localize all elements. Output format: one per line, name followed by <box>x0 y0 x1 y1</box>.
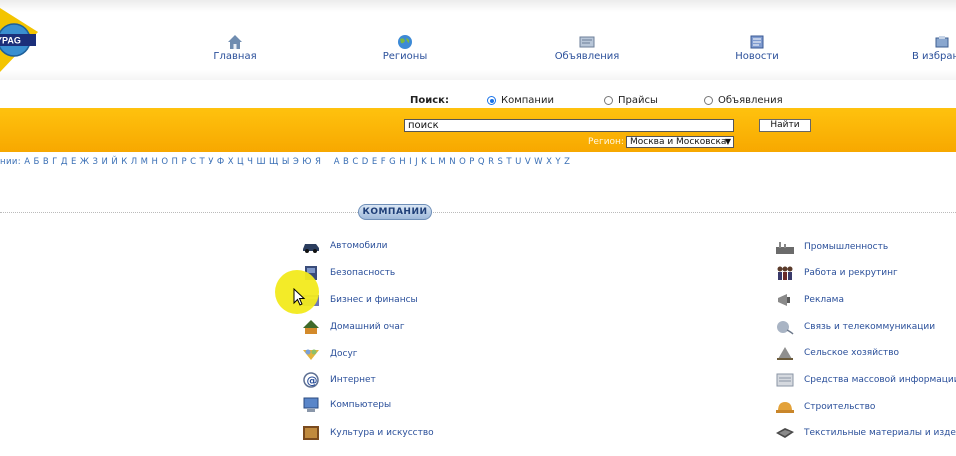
category-label: Текстильные материалы и издели <box>804 428 956 438</box>
news-icon <box>750 35 764 49</box>
people-icon <box>777 266 793 280</box>
ads-icon <box>579 36 595 48</box>
globe-icon <box>398 35 412 49</box>
site-header: YPAG Главная Регионы Объявления <box>0 0 956 80</box>
alphabet-index: нии: А Б В Г Д Е Ж З И Й К Л М Н О П Р С… <box>0 157 570 167</box>
category-link[interactable]: Культура и искусство <box>301 424 434 442</box>
logo-text: YPAG <box>0 36 21 46</box>
radio-label: Компании <box>501 95 554 106</box>
radio-label: Прайсы <box>618 95 658 106</box>
at-sign-icon: @ <box>303 372 319 388</box>
home-icon <box>228 35 242 49</box>
category-label: Промышленность <box>804 242 889 252</box>
nav-home[interactable]: Главная <box>175 34 295 62</box>
section-title: КОМПАНИИ <box>358 204 432 220</box>
nav-label: Новости <box>735 51 779 62</box>
home-hearth-icon <box>303 320 319 334</box>
region-label: Регион: <box>588 137 624 147</box>
megaphone-icon <box>778 294 790 306</box>
category-link[interactable]: @ Интернет <box>301 371 376 389</box>
search-input[interactable]: поиск <box>404 119 734 132</box>
media-icon <box>776 373 794 387</box>
alphabet-lead: нии: <box>0 157 22 167</box>
computer-icon <box>303 397 319 412</box>
category-link[interactable]: Автомобили <box>301 237 388 255</box>
chevron-down-icon: ▼ <box>724 137 731 146</box>
radio-dot-selected[interactable] <box>487 96 496 105</box>
nav-label: В избранное <box>912 51 956 62</box>
radio-dot[interactable] <box>604 96 613 105</box>
radio-prices[interactable]: Прайсы <box>604 95 658 106</box>
category-label: Связь и телекоммуникации <box>804 322 936 332</box>
category-link[interactable]: Компьютеры <box>301 396 391 414</box>
leisure-icon <box>303 349 319 360</box>
category-link[interactable]: Досуг <box>301 345 358 363</box>
category-link[interactable]: Строительство <box>775 398 875 416</box>
category-link[interactable]: Реклама <box>775 291 844 309</box>
category-label: Домашний очаг <box>330 322 405 332</box>
phone-icon <box>777 321 794 335</box>
logo[interactable]: YPAG <box>0 8 46 72</box>
mouse-cursor-icon <box>293 288 306 306</box>
category-label: Сельское хозяйство <box>804 348 900 358</box>
radio-companies[interactable]: Компании <box>487 95 554 106</box>
category-label: Строительство <box>804 402 876 412</box>
alphabet-cyrillic[interactable]: А Б В Г Д Е Ж З И Й К Л М Н О П Р С Т У … <box>24 157 321 167</box>
radio-dot[interactable] <box>704 96 713 105</box>
textile-icon <box>776 428 794 438</box>
category-link[interactable]: Сельское хозяйство <box>775 344 899 362</box>
category-link[interactable]: Средства массовой информации <box>775 371 956 389</box>
category-label: Безопасность <box>330 268 396 278</box>
category-label: Автомобили <box>330 241 388 251</box>
category-label: Работа и рекрутинг <box>804 268 898 278</box>
category-link[interactable]: Связь и телекоммуникации <box>775 318 935 336</box>
find-button[interactable]: Найти <box>759 119 811 132</box>
industry-icon <box>776 242 794 254</box>
category-label: Досуг <box>330 349 358 359</box>
category-link[interactable]: Работа и рекрутинг <box>775 264 898 282</box>
divider <box>0 212 956 213</box>
region-select[interactable]: Москва и Московска ▼ <box>626 136 734 148</box>
favorites-icon <box>935 36 949 48</box>
nav-label: Объявления <box>554 51 620 62</box>
nav-favorites[interactable]: В избранное <box>879 34 956 62</box>
nav-ads[interactable]: Объявления <box>527 34 647 62</box>
category-label: Средства массовой информации <box>804 375 956 385</box>
category-label: Культура и искусство <box>330 428 434 438</box>
radio-label: Объявления <box>718 95 783 106</box>
category-link[interactable]: Текстильные материалы и издели <box>775 424 956 442</box>
category-label: Бизнес и финансы <box>330 295 418 305</box>
radio-ads[interactable]: Объявления <box>704 95 783 106</box>
category-label: Компьютеры <box>330 400 392 410</box>
alphabet-latin[interactable]: A B C D E F G H I J K L M N O P Q R S T … <box>334 157 571 167</box>
category-label: Интернет <box>330 375 376 385</box>
category-link[interactable]: Промышленность <box>775 238 888 256</box>
svg-text:@: @ <box>307 374 318 387</box>
category-label: Реклама <box>804 295 844 305</box>
car-icon <box>303 244 319 253</box>
nav-news[interactable]: Новости <box>697 34 817 62</box>
helmet-icon <box>776 402 794 413</box>
search-label: Поиск: <box>410 95 449 106</box>
nav-label: Главная <box>213 51 257 62</box>
category-link[interactable]: Домашний очаг <box>301 318 405 336</box>
culture-icon <box>303 426 319 440</box>
nav-regions[interactable]: Регионы <box>345 34 465 62</box>
nav-label: Регионы <box>382 51 428 62</box>
agriculture-icon <box>777 347 793 360</box>
page: YPAG Главная Регионы Объявления <box>0 0 956 456</box>
region-value: Москва и Московска <box>630 137 727 147</box>
